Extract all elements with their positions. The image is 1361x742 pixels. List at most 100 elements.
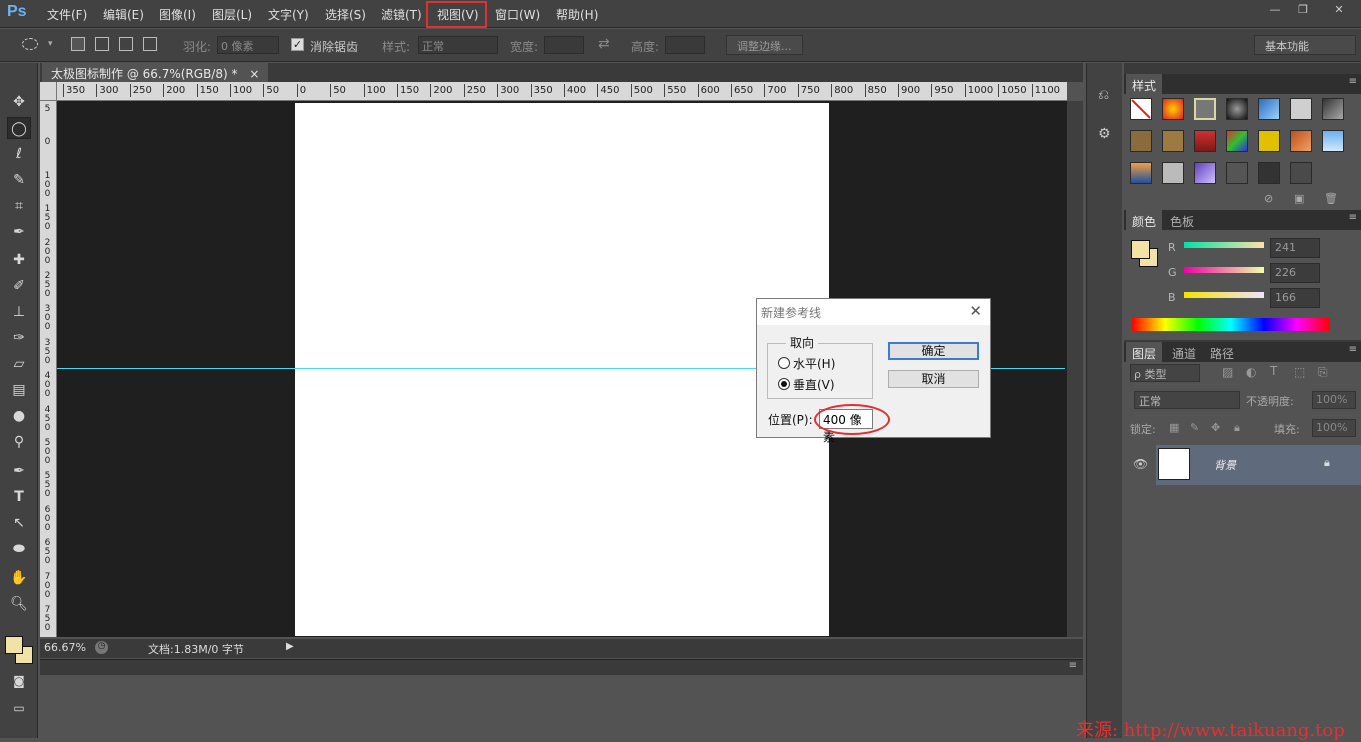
properties-panel-icon[interactable]: ⚙ (1098, 126, 1111, 142)
menu-file[interactable]: 文件(F) (47, 6, 87, 23)
styles-panel-menu-icon[interactable]: ≡ (1349, 76, 1357, 87)
ok-button[interactable]: 确定 (888, 342, 979, 360)
antialias-checkbox[interactable]: ✓ (291, 38, 304, 51)
opacity-input[interactable]: 100% (1312, 391, 1356, 409)
zoom-level[interactable]: 66.67% (44, 641, 86, 654)
close-tab-icon[interactable]: × (249, 67, 259, 81)
style-swatch[interactable] (1226, 162, 1248, 184)
lock-transparent-icon[interactable]: ▦ (1169, 421, 1179, 434)
height-input[interactable] (665, 36, 705, 54)
layer-filter-select[interactable]: ρ 类型 (1130, 364, 1200, 382)
blue-value[interactable]: 166 (1270, 288, 1320, 308)
style-swatch[interactable] (1194, 130, 1216, 152)
panel-menu-icon[interactable]: ≡ (1069, 660, 1077, 671)
style-swatch[interactable] (1322, 130, 1344, 152)
subtract-selection-icon[interactable] (119, 37, 133, 51)
style-swatch[interactable] (1290, 98, 1312, 120)
blue-slider[interactable] (1184, 292, 1264, 298)
elliptical-marquee-tool-icon[interactable]: ◯ (7, 117, 31, 139)
layers-panel-menu-icon[interactable]: ≡ (1349, 344, 1357, 355)
document-tab[interactable]: 太极图标制作 @ 66.7%(RGB/8) * × (42, 63, 269, 82)
intersect-selection-icon[interactable] (143, 37, 157, 51)
preset-dropdown-icon[interactable]: ▾ (48, 39, 53, 49)
menu-edit[interactable]: 编辑(E) (103, 6, 144, 23)
vertical-ruler[interactable]: 5 0 1 0 0 1 5 0 2 0 0 2 5 0 3 0 0 3 5 0 4 0 0 4 5… (40, 101, 57, 637)
style-swatch[interactable] (1130, 130, 1152, 152)
tab-channels[interactable]: 通道 (1166, 342, 1202, 362)
zoom-tool-icon[interactable]: 🔍︎ (7, 593, 31, 615)
layer-name[interactable]: 背景 (1214, 457, 1236, 473)
style-swatch[interactable] (1194, 162, 1216, 184)
menu-filter[interactable]: 滤镜(T) (381, 6, 422, 23)
style-swatch[interactable] (1162, 130, 1184, 152)
layer-row-background[interactable]: 背景 🔒︎ (1156, 445, 1361, 485)
filter-adjustment-icon[interactable]: ◐ (1246, 365, 1256, 379)
elliptical-marquee-preset-icon[interactable] (22, 38, 38, 50)
pen-tool-icon[interactable]: ✒ (7, 460, 31, 482)
type-tool-icon[interactable]: T (7, 486, 31, 508)
blur-tool-icon[interactable]: ● (7, 405, 31, 427)
ellipse-shape-tool-icon[interactable]: ⬬ (7, 538, 31, 560)
history-brush-tool-icon[interactable]: ✑ (7, 327, 31, 349)
clear-style-icon[interactable]: ⊘ (1264, 192, 1273, 205)
style-swatch[interactable] (1226, 98, 1248, 120)
color-spectrum-bar[interactable] (1132, 318, 1330, 331)
width-input[interactable] (544, 36, 584, 54)
menu-layer[interactable]: 图层(L) (212, 6, 252, 23)
lasso-tool-icon[interactable]: ℓ (7, 143, 31, 165)
close-window-button[interactable]: ✕ (1326, 3, 1352, 19)
menu-image[interactable]: 图像(I) (159, 6, 196, 23)
style-swatch[interactable] (1258, 162, 1280, 184)
status-menu-arrow-icon[interactable]: ▶ (286, 641, 294, 652)
path-selection-tool-icon[interactable]: ↖ (7, 512, 31, 534)
add-selection-icon[interactable] (95, 37, 109, 51)
layer-visibility-eye-icon[interactable]: 👁︎ (1133, 457, 1148, 471)
swap-dimensions-icon[interactable]: ⇄ (598, 36, 610, 52)
style-swatch[interactable] (1130, 162, 1152, 184)
menu-window[interactable]: 窗口(W) (495, 6, 540, 23)
quick-selection-tool-icon[interactable]: ✎ (7, 169, 31, 191)
tab-paths[interactable]: 路径 (1204, 342, 1240, 362)
delete-style-icon[interactable]: 🗑︎ (1324, 192, 1338, 205)
color-foreground-swatch[interactable] (1131, 240, 1150, 259)
filter-type-icon[interactable]: T (1270, 364, 1277, 378)
crop-tool-icon[interactable]: ⌗ (7, 195, 31, 217)
color-panel-menu-icon[interactable]: ≡ (1349, 212, 1357, 223)
tab-styles[interactable]: 样式 (1126, 74, 1163, 94)
lock-image-icon[interactable]: ✎ (1190, 421, 1199, 434)
foreground-color-swatch[interactable] (5, 636, 23, 654)
vertical-scrollbar[interactable] (1067, 101, 1083, 637)
vertical-radio[interactable] (778, 378, 790, 390)
screen-mode-icon[interactable]: ▭ (7, 697, 31, 719)
tab-layers[interactable]: 图层 (1126, 342, 1163, 362)
feather-input[interactable]: 0 像素 (217, 36, 279, 54)
new-selection-icon[interactable] (71, 37, 85, 51)
style-swatch[interactable] (1258, 98, 1280, 120)
brush-tool-icon[interactable]: ✐ (7, 275, 31, 297)
menu-select[interactable]: 选择(S) (325, 6, 366, 23)
tab-color[interactable]: 颜色 (1126, 210, 1163, 230)
clone-stamp-tool-icon[interactable]: ⊥ (7, 301, 31, 323)
eyedropper-tool-icon[interactable]: ✒ (7, 221, 31, 243)
quick-mask-icon[interactable]: ◙ (7, 670, 31, 692)
minimize-button[interactable]: — (1262, 3, 1288, 19)
lock-all-icon[interactable]: 🔒︎ (1234, 421, 1240, 435)
refine-edge-button[interactable]: 调整边缘... (726, 35, 803, 55)
style-swatch[interactable] (1290, 162, 1312, 184)
lock-position-icon[interactable]: ✥ (1211, 421, 1220, 434)
green-value[interactable]: 226 (1270, 263, 1320, 283)
status-info-icon[interactable]: ◷ (95, 641, 108, 654)
healing-brush-tool-icon[interactable]: ✚ (7, 249, 31, 271)
filter-smart-object-icon[interactable]: ⎘ (1318, 365, 1328, 380)
restore-button[interactable]: ❐ (1290, 3, 1316, 19)
style-none-swatch[interactable] (1130, 98, 1152, 120)
red-slider[interactable] (1184, 242, 1264, 248)
style-swatch[interactable] (1162, 162, 1184, 184)
horizontal-radio-label[interactable]: 水平(H) (793, 355, 835, 372)
vertical-radio-label[interactable]: 垂直(V) (793, 376, 835, 393)
history-panel-icon[interactable]: ⎌ (1098, 87, 1109, 103)
style-swatch[interactable] (1258, 130, 1280, 152)
style-swatch[interactable] (1194, 98, 1216, 120)
filter-shape-icon[interactable]: ⬚ (1294, 365, 1305, 379)
style-swatch[interactable] (1162, 98, 1184, 120)
